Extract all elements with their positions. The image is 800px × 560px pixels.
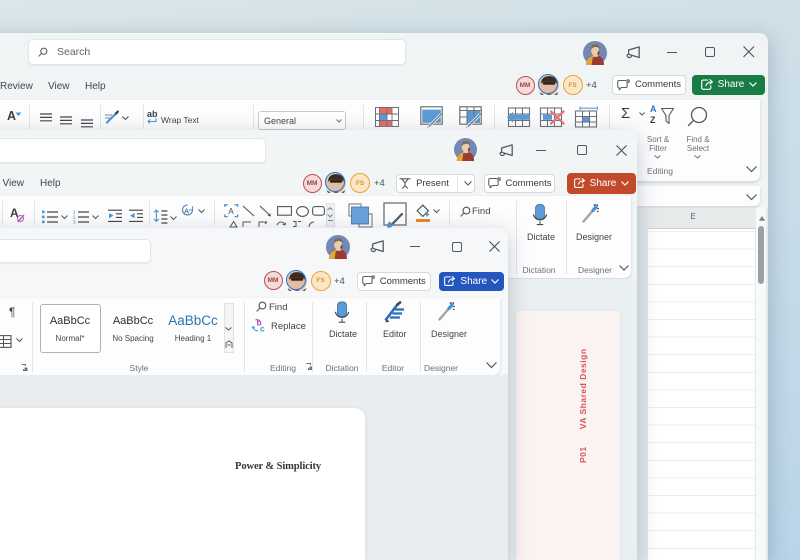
svg-text:c: c	[260, 323, 265, 333]
svg-text:A: A	[228, 207, 234, 216]
svg-text:3: 3	[73, 220, 76, 225]
svg-text:A: A	[184, 208, 189, 215]
